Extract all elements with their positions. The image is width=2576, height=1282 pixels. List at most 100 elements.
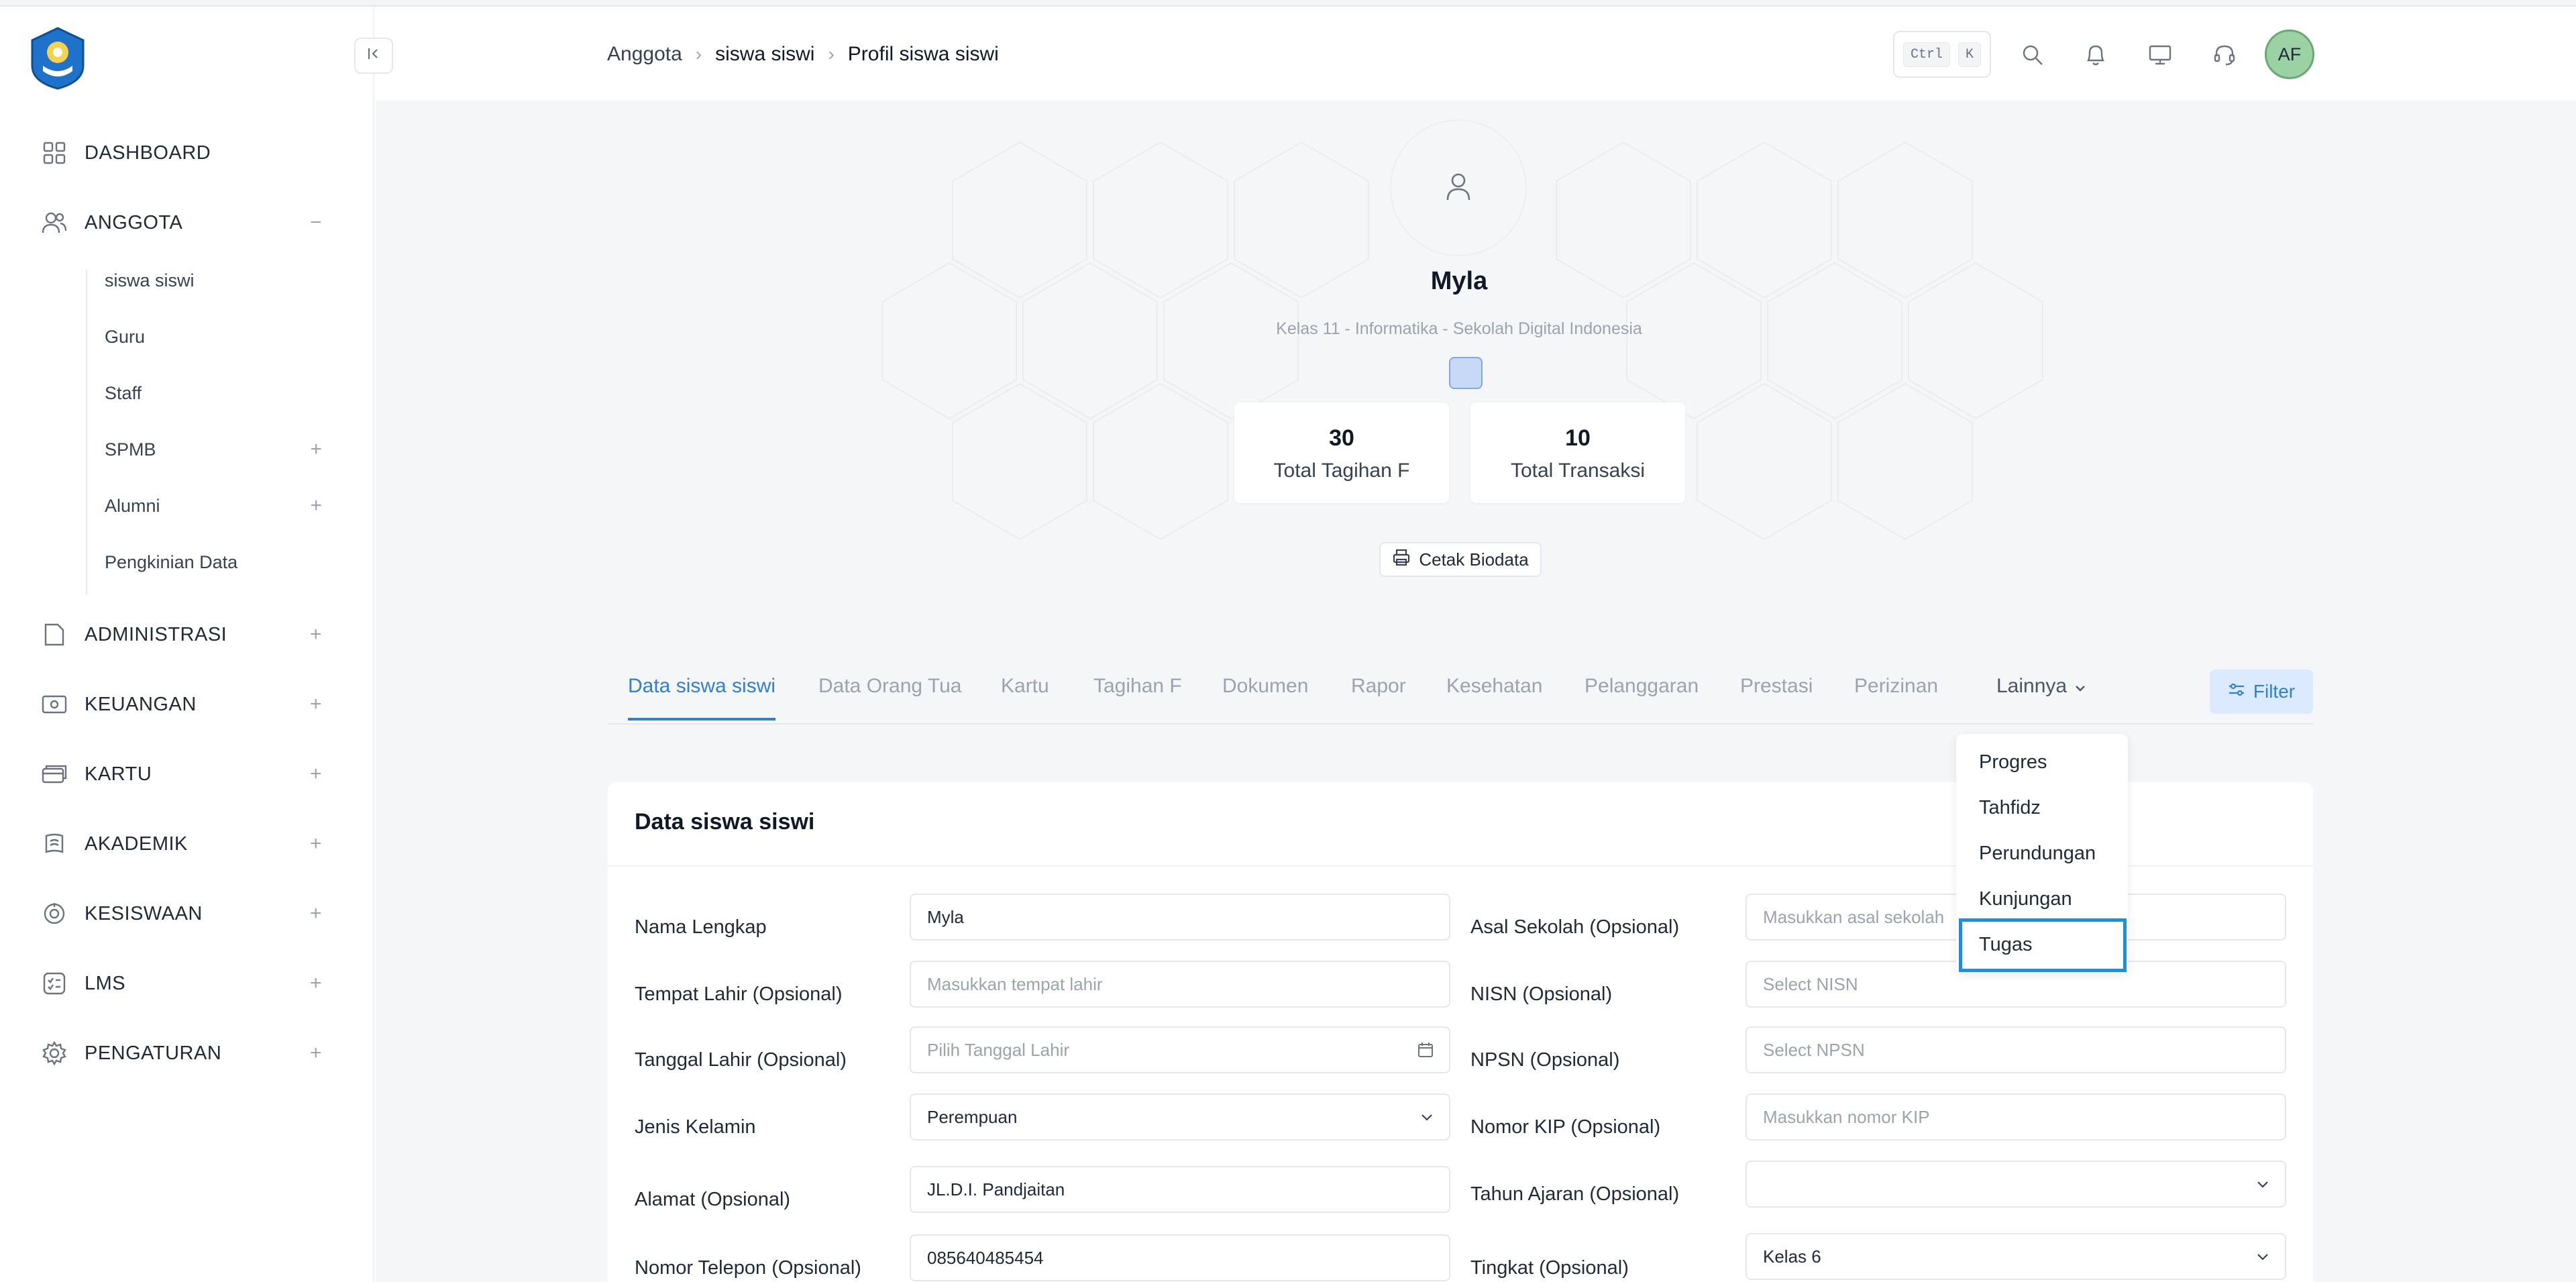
sidebar-subitem-staff[interactable]: Staff xyxy=(105,374,322,412)
dropdown-item-perundungan[interactable]: Perundungan xyxy=(1979,843,2096,865)
alamat-field[interactable]: JL.D.I. Pandjaitan xyxy=(910,1166,1450,1213)
sidebar-subitem-spmb[interactable]: SPMB + xyxy=(105,431,322,468)
tab-kartu[interactable]: Kartu xyxy=(1001,675,1049,715)
tempat-lahir-field[interactable]: Masukkan tempat lahir xyxy=(910,961,1450,1008)
sidebar-item-administrasi[interactable]: ADMINISTRASI + xyxy=(40,615,322,655)
tab-data-siswa-siswi[interactable]: Data siswa siswi xyxy=(628,675,775,715)
sidebar-item-anggota[interactable]: ANGGOTA − xyxy=(40,203,322,243)
field-label: Tingkat (Opsional) xyxy=(1470,1257,1629,1279)
dropdown-item-tugas[interactable]: Tugas xyxy=(1979,934,2033,956)
expand-plus-icon[interactable]: + xyxy=(310,1042,322,1065)
nama-lengkap-field[interactable]: Myla xyxy=(910,894,1450,941)
search-icon[interactable] xyxy=(2012,35,2053,75)
nomor-kip-field[interactable]: Masukkan nomor KIP xyxy=(1746,1093,2286,1140)
badge-icon xyxy=(40,900,68,928)
tahun-ajaran-select[interactable] xyxy=(1746,1161,2286,1208)
user-icon xyxy=(1445,172,1472,205)
expand-plus-icon[interactable]: + xyxy=(310,972,322,995)
npsn-field[interactable]: Select NPSN xyxy=(1746,1026,2286,1073)
dropdown-item-kunjungan[interactable]: Kunjungan xyxy=(1979,888,2072,910)
sidebar: DASHBOARD ANGGOTA − siswa siswi Guru Sta… xyxy=(0,7,374,1282)
chevron-down-icon xyxy=(2255,1249,2270,1264)
sidebar-subitem-alumni[interactable]: Alumni + xyxy=(105,487,322,525)
tab-kesehatan[interactable]: Kesehatan xyxy=(1446,675,1542,715)
print-biodata-button[interactable]: Cetak Biodata xyxy=(1379,542,1542,577)
field-label: Asal Sekolah (Opsional) xyxy=(1470,916,1680,938)
expand-plus-icon[interactable]: + xyxy=(310,833,322,855)
sidebar-subitem-guru[interactable]: Guru xyxy=(105,318,322,356)
field-label: NISN (Opsional) xyxy=(1470,983,1613,1005)
tab-pelanggaran[interactable]: Pelanggaran xyxy=(1585,675,1699,715)
chevron-down-icon xyxy=(1419,1110,1434,1124)
tab-data-orang-tua[interactable]: Data Orang Tua xyxy=(818,675,961,715)
stat-card-total-transaksi: 10 Total Transaksi xyxy=(1470,403,1685,503)
print-biodata-label: Cetak Biodata xyxy=(1419,549,1529,570)
support-headset-icon[interactable] xyxy=(2204,35,2245,75)
field-label: Tanggal Lahir (Opsional) xyxy=(635,1049,847,1071)
dropdown-item-progres[interactable]: Progres xyxy=(1979,751,2047,773)
tab-tagihan-f[interactable]: Tagihan F xyxy=(1093,675,1182,715)
tab-rapor[interactable]: Rapor xyxy=(1351,675,1406,715)
app-logo[interactable] xyxy=(30,27,86,90)
breadcrumb-item-anggota[interactable]: Anggota xyxy=(607,43,682,66)
tingkat-select[interactable]: Kelas 6 xyxy=(1746,1233,2286,1280)
filter-label: Filter xyxy=(2253,681,2296,702)
chevron-down-icon xyxy=(2255,1177,2270,1191)
bell-icon[interactable] xyxy=(2076,35,2116,75)
tab-dokumen[interactable]: Dokumen xyxy=(1222,675,1308,715)
sidebar-item-label: KESISWAAN xyxy=(85,902,203,924)
expand-plus-icon[interactable]: + xyxy=(310,763,322,786)
sidebar-item-akademik[interactable]: AKADEMIK + xyxy=(40,824,322,864)
chevron-right-icon: › xyxy=(695,44,702,64)
expand-plus-icon[interactable]: + xyxy=(310,623,322,646)
checklist-icon xyxy=(40,969,68,998)
sidebar-collapse-button[interactable] xyxy=(354,38,393,74)
jenis-kelamin-select[interactable]: Perempuan xyxy=(910,1093,1450,1140)
sidebar-item-label: KEUANGAN xyxy=(85,693,197,715)
expand-plus-icon[interactable]: + xyxy=(310,693,322,716)
monitor-icon[interactable] xyxy=(2140,35,2180,75)
calendar-icon[interactable] xyxy=(1417,1041,1434,1059)
users-icon xyxy=(40,209,68,237)
field-label: Tahun Ajaran (Opsional) xyxy=(1470,1183,1680,1205)
field-label: NPSN (Opsional) xyxy=(1470,1049,1620,1071)
money-icon xyxy=(40,690,68,718)
expand-plus-icon[interactable]: + xyxy=(310,438,322,461)
sidebar-item-dashboard[interactable]: DASHBOARD xyxy=(40,133,322,173)
profile-photo-placeholder[interactable] xyxy=(1390,119,1527,256)
sidebar-subitem-label: Pengkinian Data xyxy=(105,551,238,572)
dropdown-item-tahfidz[interactable]: Tahfidz xyxy=(1979,797,2041,819)
jenis-kelamin-value: Perempuan xyxy=(927,1106,1018,1127)
sidebar-subitem-label: SPMB xyxy=(105,439,156,460)
sidebar-subitem-label: siswa siswi xyxy=(105,270,195,290)
breadcrumb-item-siswa-siswi[interactable]: siswa siswi xyxy=(715,43,814,66)
kbd-k: K xyxy=(1958,42,1982,67)
breadcrumb-current: Profil siswa siswi xyxy=(847,43,999,65)
collapse-minus-icon[interactable]: − xyxy=(310,211,322,234)
sidebar-item-label: ADMINISTRASI xyxy=(85,623,227,645)
tab-perizinan[interactable]: Perizinan xyxy=(1854,675,1938,715)
qr-code-badge[interactable] xyxy=(1449,357,1483,389)
sidebar-item-label: DASHBOARD xyxy=(85,142,211,164)
tab-more-dropdown[interactable]: Lainnya xyxy=(1996,675,2087,715)
tab-prestasi[interactable]: Prestasi xyxy=(1740,675,1813,715)
sidebar-subitem-pengkinian-data[interactable]: Pengkinian Data xyxy=(105,543,322,581)
tanggal-lahir-field[interactable]: Pilih Tanggal Lahir xyxy=(910,1026,1450,1073)
expand-plus-icon[interactable]: + xyxy=(310,494,322,517)
sidebar-item-keuangan[interactable]: KEUANGAN + xyxy=(40,684,322,725)
command-palette-shortcut[interactable]: Ctrl K xyxy=(1893,31,1991,78)
nomor-telepon-field[interactable]: 085640485454 xyxy=(910,1234,1450,1281)
expand-plus-icon[interactable]: + xyxy=(310,902,322,925)
gear-icon xyxy=(40,1039,68,1067)
sidebar-item-pengaturan[interactable]: PENGATURAN + xyxy=(40,1033,322,1073)
filter-button[interactable]: Filter xyxy=(2210,670,2313,714)
sidebar-item-kesiswaan[interactable]: KESISWAAN + xyxy=(40,894,322,934)
sidebar-item-lms[interactable]: LMS + xyxy=(40,963,322,1004)
field-label: Nama Lengkap xyxy=(635,916,767,938)
sidebar-item-kartu[interactable]: KARTU + xyxy=(40,754,322,794)
stat-label: Total Tagihan F xyxy=(1273,460,1410,482)
sidebar-subitem-siswa-siswi[interactable]: siswa siswi xyxy=(105,262,322,299)
user-avatar[interactable]: AF xyxy=(2265,30,2314,79)
field-label: Tempat Lahir (Opsional) xyxy=(635,983,843,1005)
chevron-down-icon xyxy=(2074,678,2087,715)
